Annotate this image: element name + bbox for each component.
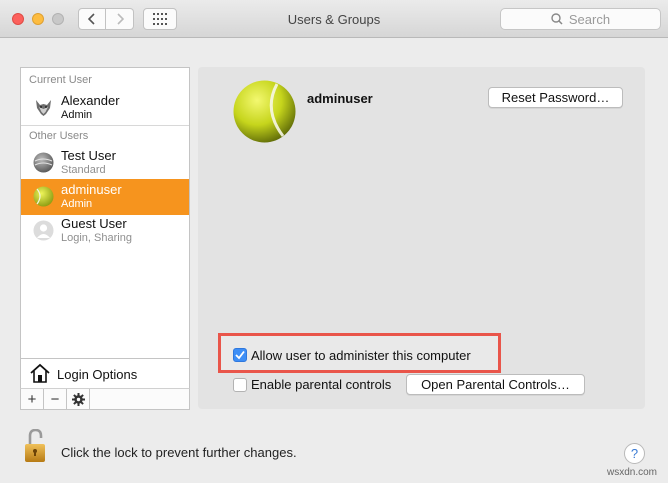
tennis-ball-avatar-icon[interactable]: [233, 80, 296, 143]
reset-password-button[interactable]: Reset Password…: [488, 87, 623, 108]
unlocked-padlock-icon[interactable]: [24, 429, 48, 463]
allow-admin-checkbox[interactable]: [233, 348, 247, 362]
user-row-guest-user[interactable]: Guest User Login, Sharing: [21, 213, 189, 249]
remove-user-button[interactable]: −: [44, 389, 67, 409]
login-options-item[interactable]: Login Options: [20, 358, 190, 389]
add-user-button[interactable]: +: [21, 389, 44, 409]
selected-user-name: adminuser: [307, 91, 373, 106]
current-user-heading: Current User: [29, 74, 92, 86]
help-button[interactable]: ?: [624, 443, 645, 464]
open-parental-controls-button[interactable]: Open Parental Controls…: [406, 374, 585, 395]
user-row-alexander[interactable]: Alexander Admin: [21, 90, 189, 126]
person-silhouette-icon: [33, 220, 54, 241]
parental-controls-checkbox[interactable]: [233, 378, 247, 392]
user-name: Guest User: [61, 216, 127, 231]
user-role: Login, Sharing: [61, 232, 132, 244]
user-row-adminuser[interactable]: adminuser Admin: [21, 179, 189, 215]
gear-icon: [71, 392, 85, 406]
watermark: wsxdn.com: [607, 467, 658, 478]
house-icon: [30, 363, 50, 383]
user-name: adminuser: [61, 182, 122, 197]
parental-controls-label[interactable]: Enable parental controls: [251, 377, 391, 392]
user-name: Alexander: [61, 93, 120, 108]
login-options-label: Login Options: [57, 367, 138, 382]
user-role: Standard: [61, 164, 106, 176]
search-placeholder: Search: [568, 11, 611, 27]
title-bar: Users & Groups Search: [0, 0, 668, 38]
tennis-ball-avatar-icon: [33, 186, 54, 207]
lock-message: Click the lock to prevent further change…: [61, 445, 297, 460]
sidebar-toolbar: + −: [20, 389, 190, 410]
user-role: Admin: [61, 109, 93, 121]
user-list: Current User Alexander Admin Other Users…: [20, 67, 190, 358]
user-row-test-user[interactable]: Test User Standard: [21, 145, 189, 181]
other-users-heading: Other Users: [29, 130, 89, 142]
divider: [21, 125, 189, 126]
action-menu-button[interactable]: [67, 389, 90, 409]
gray-ball-avatar-icon: [33, 152, 54, 173]
user-role: Admin: [61, 198, 93, 210]
user-name: Test User: [61, 148, 116, 163]
checkmark-icon: [235, 350, 245, 360]
search-input[interactable]: Search: [500, 8, 661, 30]
wolf-avatar-icon: [33, 97, 54, 118]
allow-admin-label[interactable]: Allow user to administer this computer: [251, 348, 471, 363]
search-icon: [551, 13, 563, 25]
